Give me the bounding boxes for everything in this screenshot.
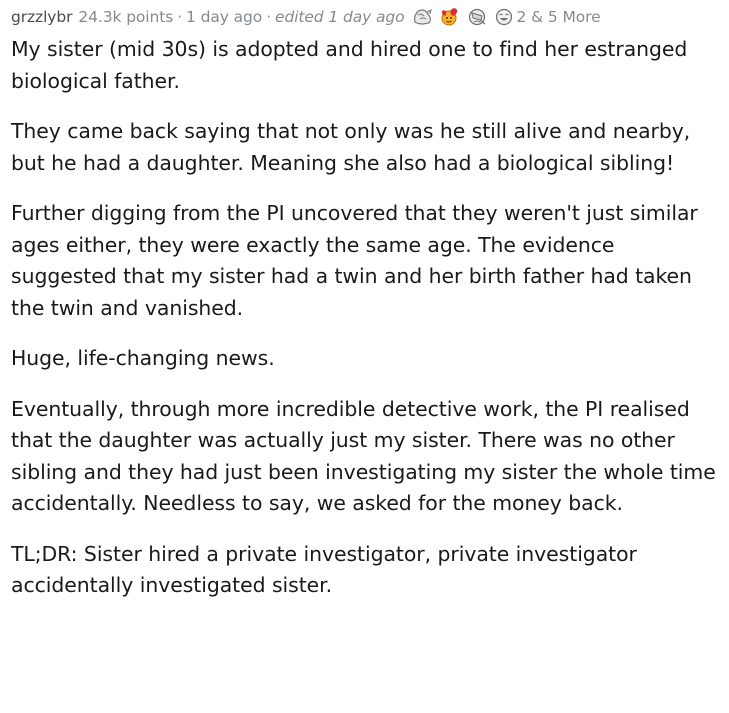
award-count[interactable]: 2 & 5 More: [517, 8, 601, 26]
comment-paragraph: My sister (mid 30s) is adopted and hired…: [11, 37, 688, 93]
edited-timestamp: edited 1 day ago: [275, 8, 405, 26]
meta-separator: ·: [177, 8, 183, 26]
comment-body: My sister (mid 30s) is adopted and hired…: [11, 34, 723, 602]
silver-award-icon[interactable]: [412, 7, 434, 27]
author-link[interactable]: grzzlybr: [11, 8, 72, 26]
laughing-award-icon[interactable]: [493, 7, 515, 27]
comment-paragraph: TL;DR: Sister hired a private investigat…: [11, 541, 637, 598]
facepalm-award-icon[interactable]: [466, 7, 488, 27]
comment: grzzlybr 24.3k points · 1 day ago · edit…: [11, 4, 723, 621]
meta-separator: ·: [266, 8, 272, 26]
comment-paragraph: Eventually, through more incredible dete…: [11, 396, 716, 516]
comment-paragraph: They came back saying that not only was …: [11, 119, 691, 175]
awards[interactable]: [412, 7, 515, 27]
points-score: 24.3k points: [78, 8, 174, 26]
comment-meta: grzzlybr 24.3k points · 1 day ago · edit…: [11, 4, 723, 30]
comment-paragraph: Huge, life-changing news.: [11, 346, 275, 370]
wholesome-award-icon[interactable]: [439, 7, 461, 27]
timestamp[interactable]: 1 day ago: [186, 8, 262, 26]
comment-paragraph: Further digging from the PI uncovered th…: [11, 201, 698, 320]
